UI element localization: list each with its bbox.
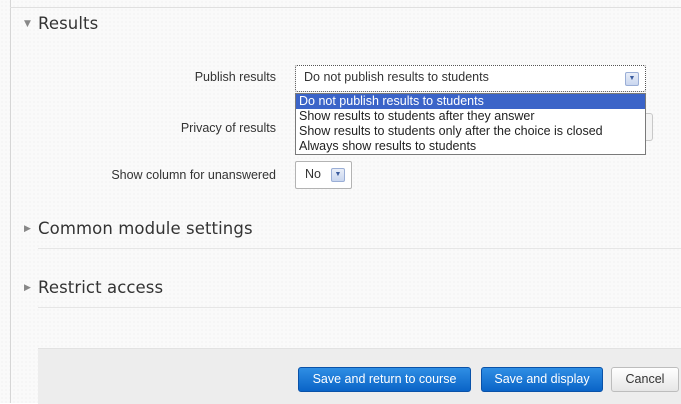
form-footer: Save and return to course Save and displ… xyxy=(38,348,681,404)
triangle-down-icon: ▼ xyxy=(24,18,31,29)
option-after-answer[interactable]: Show results to students after they answ… xyxy=(296,109,645,124)
triangle-right-icon: ▶ xyxy=(24,223,31,234)
publish-results-dropdown[interactable]: Do not publish results to students Show … xyxy=(295,93,646,155)
chevron-down-icon[interactable]: ▼ xyxy=(331,168,345,182)
top-border xyxy=(10,7,681,8)
unanswered-column-label: Show column for unanswered xyxy=(111,168,276,182)
publish-results-label: Publish results xyxy=(194,70,276,84)
unanswered-column-value: No xyxy=(305,167,321,181)
form-page: ▼ Results Publish results Do not publish… xyxy=(0,0,681,404)
results-section-header[interactable]: ▼ Results xyxy=(24,14,98,33)
restrict-access-header[interactable]: ▶ Restrict access xyxy=(24,278,163,297)
privacy-results-label: Privacy of results xyxy=(180,121,276,135)
triangle-right-icon: ▶ xyxy=(24,282,31,293)
results-section-title: Results xyxy=(38,14,99,33)
cancel-button[interactable]: Cancel xyxy=(611,367,679,392)
option-after-closed[interactable]: Show results to students only after the … xyxy=(296,124,645,139)
section-divider xyxy=(38,307,681,308)
save-and-return-button[interactable]: Save and return to course xyxy=(298,367,471,392)
common-module-settings-header[interactable]: ▶ Common module settings xyxy=(24,219,253,238)
save-and-display-button[interactable]: Save and display xyxy=(481,367,603,392)
option-always-show[interactable]: Always show results to students xyxy=(296,139,645,154)
section-divider xyxy=(38,248,681,249)
chevron-down-icon[interactable]: ▼ xyxy=(625,72,639,86)
left-border xyxy=(10,0,11,403)
publish-results-value: Do not publish results to students xyxy=(304,70,489,84)
common-module-settings-title: Common module settings xyxy=(38,219,253,238)
publish-results-select[interactable]: Do not publish results to students ▼ xyxy=(295,65,646,92)
restrict-access-title: Restrict access xyxy=(38,278,164,297)
option-do-not-publish[interactable]: Do not publish results to students xyxy=(296,94,645,109)
unanswered-column-select[interactable]: No ▼ xyxy=(295,161,352,189)
